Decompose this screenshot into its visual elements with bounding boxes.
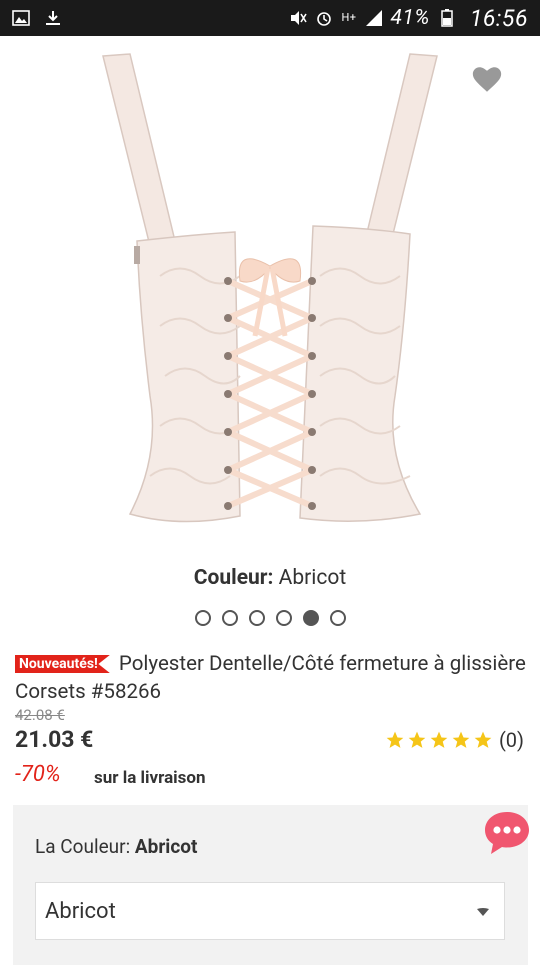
- color-select[interactable]: Abricot: [35, 882, 505, 940]
- new-badge: Nouveautés!: [15, 655, 110, 673]
- heart-icon[interactable]: [470, 62, 504, 96]
- clock: 16:56: [469, 4, 528, 32]
- discount-percent: -70%: [15, 762, 61, 787]
- star-icon: [386, 731, 404, 748]
- review-count[interactable]: (0): [499, 728, 524, 752]
- color-caption: Couleur: Abricot: [0, 566, 540, 590]
- image-carousel-indicator: [0, 610, 540, 626]
- battery-icon: [441, 9, 453, 27]
- product-title: Nouveautés! Polyester Dentelle/Côté ferm…: [15, 650, 530, 706]
- carousel-dot[interactable]: [329, 610, 346, 626]
- carousel-dot[interactable]: [194, 610, 211, 626]
- battery-percent: 41%: [390, 6, 430, 30]
- color-caption-value: Abricot: [278, 566, 347, 590]
- product-image[interactable]: [0, 36, 540, 556]
- mute-icon: [291, 11, 308, 25]
- download-icon: [46, 11, 60, 25]
- image-icon: [12, 10, 30, 26]
- network-type: H+: [341, 11, 357, 24]
- color-caption-label: Couleur:: [193, 566, 274, 590]
- options-panel: La Couleur: Abricot Abricot: [13, 805, 528, 965]
- carousel-dot[interactable]: [221, 610, 238, 626]
- chevron-down-icon: [477, 908, 489, 916]
- color-option-label-text: La Couleur:: [35, 835, 131, 858]
- carousel-dot[interactable]: [275, 610, 292, 626]
- status-bar: H+ 41% 16:56: [0, 0, 540, 36]
- price: 21.03 €: [15, 726, 94, 753]
- star-icon: [408, 731, 426, 748]
- shipping-note: sur la livraison: [94, 768, 206, 788]
- corset-image: [102, 53, 438, 523]
- signal-icon: [365, 10, 382, 26]
- alarm-icon: [317, 12, 332, 26]
- carousel-dot[interactable]: [248, 610, 265, 626]
- color-option-label: La Couleur: Abricot: [35, 835, 197, 858]
- old-price: 42.08 €: [15, 706, 65, 724]
- rating[interactable]: (0): [385, 728, 524, 752]
- star-icon: [452, 731, 470, 748]
- carousel-dot-active[interactable]: [302, 610, 319, 626]
- color-option-value: Abricot: [134, 835, 198, 858]
- star-icon: [430, 731, 448, 748]
- chat-icon[interactable]: [482, 808, 532, 858]
- star-icon: [474, 731, 492, 748]
- color-select-value: Abricot: [45, 898, 116, 924]
